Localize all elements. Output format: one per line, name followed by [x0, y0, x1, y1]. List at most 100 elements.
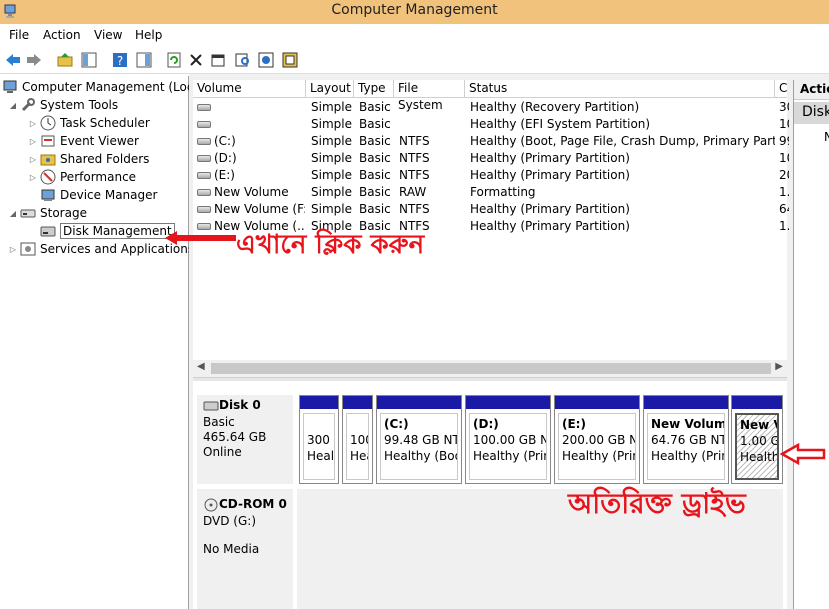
navigation-tree: Computer Management (Local ◢ System Tool…	[0, 76, 204, 609]
volume-name: (D:)	[214, 151, 237, 165]
tree-item-device-manager[interactable]: Device Manager	[40, 186, 157, 204]
partition-block[interactable]: (D:) 100.00 GB NTI Healthy (Prim	[465, 395, 551, 484]
menu-file[interactable]: File	[9, 28, 29, 42]
column-header-layout[interactable]: Layout	[306, 80, 354, 98]
tree-item-performance[interactable]: ▷ Performance	[28, 168, 136, 186]
cell-cap: 30	[779, 100, 789, 114]
table-row[interactable]: New Volume Simple Basic RAW Formatting 1.	[193, 184, 789, 201]
show-hide-tree-icon[interactable]	[80, 51, 98, 69]
column-header-type[interactable]: Type	[354, 80, 394, 98]
table-row[interactable]: (D:) Simple Basic NTFS Healthy (Primary Part…	[193, 150, 789, 167]
forward-icon[interactable]	[25, 51, 43, 69]
tree-item-disk-management[interactable]: Disk Management	[40, 222, 175, 240]
table-row[interactable]: Simple Basic Healthy (EFI System Partition…	[193, 116, 789, 133]
partition-size: 64.76 GB NTF	[651, 433, 724, 447]
horizontal-scrollbar[interactable]: ◀ ▶	[193, 360, 787, 377]
column-header-capacity[interactable]: C	[775, 80, 787, 98]
partition-block[interactable]: (C:) 99.48 GB NTFS Healthy (Boot	[376, 395, 462, 484]
console-icon[interactable]	[257, 51, 275, 69]
tree-item-shared-folders[interactable]: ▷ Shared Folders	[28, 150, 149, 168]
menu-view[interactable]: View	[94, 28, 122, 42]
table-row[interactable]: (C:) Simple Basic NTFS Healthy (Boot, Page F…	[193, 133, 789, 150]
column-header-status[interactable]: Status	[465, 80, 775, 98]
tree-item-task-scheduler[interactable]: ▷ Task Scheduler	[28, 114, 150, 132]
menu-help[interactable]: Help	[135, 28, 162, 42]
clock-icon	[40, 115, 56, 131]
disk-icon	[203, 401, 219, 410]
expand-arrow-icon[interactable]: ▷	[28, 119, 38, 128]
partition-status: Healt	[307, 449, 335, 463]
disk0-kind: Basic	[203, 415, 235, 429]
svg-text:?: ?	[117, 54, 123, 68]
cell-layout: Simple	[311, 202, 352, 216]
refresh-icon[interactable]	[165, 51, 183, 69]
cell-cap: 1.	[779, 185, 789, 199]
cell-layout: Simple	[311, 100, 352, 114]
partition-block[interactable]: 100 Hea	[342, 395, 373, 484]
partition-block[interactable]: New Volume 64.76 GB NTF Healthy (Prin	[643, 395, 729, 484]
device-manager-icon	[40, 187, 56, 203]
cell-fs: NTFS	[399, 168, 430, 182]
table-row[interactable]: Simple Basic Healthy (Recovery Partition) 3…	[193, 99, 789, 116]
back-icon[interactable]	[4, 51, 22, 69]
scroll-thumb[interactable]	[211, 363, 771, 374]
partition-title: New Ve	[740, 418, 777, 432]
window-title: Computer Management	[331, 2, 498, 18]
collapse-arrow-icon[interactable]: ◢	[8, 101, 18, 110]
annotation-arrow-left	[165, 231, 236, 245]
scroll-left-icon[interactable]: ◀	[197, 361, 205, 372]
event-viewer-icon	[40, 133, 56, 149]
properties-icon[interactable]	[209, 51, 227, 69]
menu-action[interactable]: Action	[43, 28, 81, 42]
cell-layout: Simple	[311, 134, 352, 148]
actions-more[interactable]: N	[824, 130, 829, 144]
disk0-name: Disk 0	[219, 398, 261, 412]
expand-arrow-icon[interactable]: ▷	[28, 155, 38, 164]
column-header-volume[interactable]: Volume	[193, 80, 306, 98]
tools-icon	[20, 97, 36, 113]
cell-cap: 10	[779, 151, 789, 165]
expand-arrow-icon[interactable]: ▷	[8, 245, 18, 254]
cell-type: Basic	[359, 151, 391, 165]
cell-type: Basic	[359, 100, 391, 114]
tree-item-root[interactable]: Computer Management (Local	[2, 78, 204, 96]
partition-title	[307, 416, 331, 432]
table-row[interactable]: New Volume (F:) Simple Basic NTFS Healthy (P…	[193, 201, 789, 218]
show-hide-action-icon[interactable]	[135, 51, 153, 69]
help-icon[interactable]: ?	[111, 51, 129, 69]
tree-item-system-tools[interactable]: ◢ System Tools	[8, 96, 118, 114]
export-icon[interactable]	[281, 51, 299, 69]
table-row[interactable]: (E:) Simple Basic NTFS Healthy (Primary Part…	[193, 167, 789, 184]
partition-bar	[644, 396, 728, 409]
cell-name: (C:)	[197, 134, 305, 148]
annotation-click-here: এখানে ক্লিক করুন	[236, 230, 425, 260]
partition-block[interactable]: 300 M Healt	[299, 395, 339, 484]
computer-icon	[2, 79, 18, 95]
cell-type: Basic	[359, 202, 391, 216]
actions-header: Actio	[794, 80, 829, 100]
volume-icon	[197, 121, 211, 128]
expand-arrow-icon[interactable]: ▷	[28, 137, 38, 146]
pane-divider[interactable]	[193, 377, 787, 381]
disk0-label[interactable]: Disk 0 Basic 465.64 GB Online	[197, 395, 293, 484]
partition-bar	[732, 396, 782, 409]
partition-size: 300 M	[307, 433, 334, 447]
tree-item-storage[interactable]: ◢ Storage	[8, 204, 87, 222]
cell-type: Basic	[359, 117, 391, 131]
tree-item-event-viewer[interactable]: ▷ Event Viewer	[28, 132, 139, 150]
partition-bar	[555, 396, 639, 409]
tree-label: Computer Management (Local	[22, 80, 205, 94]
actions-disk-management[interactable]: Disk	[794, 102, 829, 124]
search-icon[interactable]	[234, 51, 252, 69]
volume-icon	[197, 189, 211, 196]
partition-block[interactable]: New Ve 1.00 GB Healthy	[731, 395, 783, 484]
partition-status: Healthy (Prim	[473, 449, 547, 463]
expand-arrow-icon[interactable]: ▷	[28, 173, 38, 182]
up-folder-icon[interactable]	[56, 51, 74, 69]
delete-icon[interactable]	[187, 51, 205, 69]
column-header-filesystem[interactable]: File System	[394, 80, 465, 112]
collapse-arrow-icon[interactable]: ◢	[8, 209, 18, 218]
scroll-right-icon[interactable]: ▶	[775, 361, 783, 372]
cdrom-label[interactable]: CD-ROM 0 DVD (G:) No Media	[197, 489, 293, 609]
partition-block[interactable]: (E:) 200.00 GB NTF Healthy (Prima	[554, 395, 640, 484]
